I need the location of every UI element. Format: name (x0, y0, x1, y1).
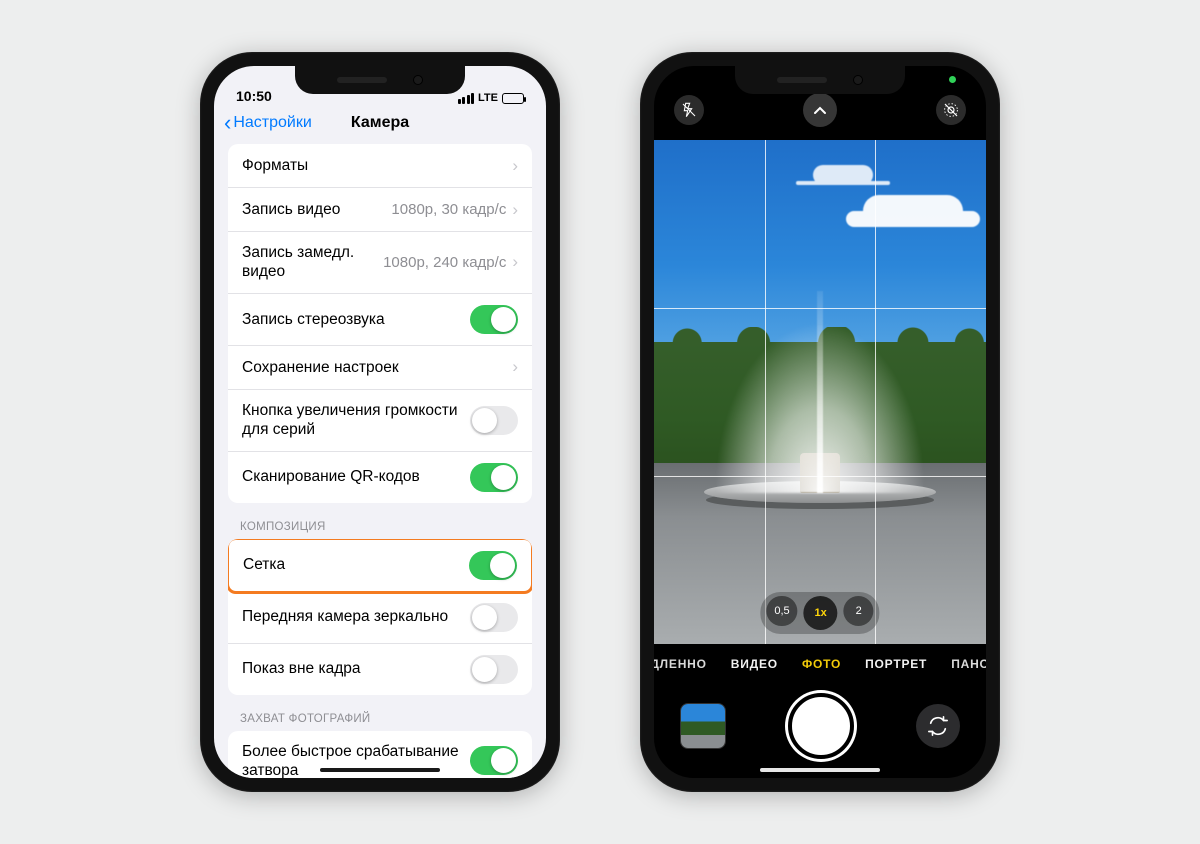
viewfinder-image (654, 140, 986, 644)
toggle-switch[interactable] (470, 463, 518, 492)
phone-camera: 0,51x2 ЕДЛЕННО ВИДЕО ФОТО ПОРТРЕТ ПАНОР (640, 52, 1000, 792)
settings-row[interactable]: Форматы› (228, 144, 532, 188)
battery-icon (502, 93, 524, 104)
page-title: Камера (351, 114, 409, 132)
toggle-switch[interactable] (470, 655, 518, 684)
camera-mode-strip[interactable]: ЕДЛЕННО ВИДЕО ФОТО ПОРТРЕТ ПАНОР (654, 646, 986, 682)
shutter-button[interactable] (788, 693, 854, 759)
camera-mode[interactable]: ПАНОР (951, 657, 986, 671)
camera-mode[interactable]: ФОТО (802, 657, 841, 671)
settings-row[interactable]: Запись стереозвука (228, 294, 532, 346)
toggle-switch[interactable] (469, 551, 517, 580)
settings-row-detail: 1080p, 30 кадр/с (391, 201, 506, 218)
notch (735, 66, 905, 94)
settings-row[interactable]: Показ вне кадра (228, 644, 532, 695)
settings-row[interactable]: Сканирование QR-кодов (228, 452, 532, 503)
switch-camera-icon (927, 715, 949, 737)
status-right: LTE (458, 92, 524, 104)
switch-camera-button[interactable] (916, 704, 960, 748)
chevron-right-icon: › (512, 357, 518, 377)
settings-row[interactable]: Запись замедл. видео1080p, 240 кадр/с › (228, 232, 532, 294)
settings-row-label: Запись стереозвука (242, 310, 470, 329)
toggle-switch[interactable] (470, 746, 518, 775)
zoom-option[interactable]: 1x (804, 596, 838, 630)
home-indicator[interactable] (320, 768, 440, 772)
chevron-right-icon: › (512, 156, 518, 176)
zoom-selector: 0,51x2 (760, 592, 879, 634)
grid-line (875, 140, 876, 644)
last-photo-thumbnail[interactable] (680, 703, 726, 749)
toggle-switch[interactable] (470, 603, 518, 632)
settings-group: Форматы›Запись видео1080p, 30 кадр/с›Зап… (228, 144, 532, 503)
zoom-option[interactable]: 2 (844, 596, 874, 626)
settings-row-label: Передняя камера зеркально (242, 607, 470, 626)
home-indicator[interactable] (760, 768, 880, 772)
camera-mode[interactable]: ЕДЛЕННО (654, 657, 707, 671)
settings-content[interactable]: Форматы›Запись видео1080p, 30 кадр/с›Зап… (214, 144, 546, 778)
back-button[interactable]: ‹ Настройки (224, 112, 312, 134)
grid-line (654, 308, 986, 309)
carrier-label: LTE (478, 92, 498, 104)
settings-row-label: Форматы (242, 156, 512, 175)
settings-row[interactable]: Сохранение настроек› (228, 346, 532, 390)
flash-off-icon (681, 102, 697, 118)
live-photo-off-icon (942, 101, 960, 119)
camera-mode[interactable]: ПОРТРЕТ (865, 657, 927, 671)
group-header: ЗАХВАТ ФОТОГРАФИЙ (228, 713, 532, 731)
signal-icon (458, 93, 475, 104)
settings-row-label: Сканирование QR-кодов (242, 467, 470, 486)
toggle-switch[interactable] (470, 406, 518, 435)
grid-line (654, 476, 986, 477)
settings-row-label: Показ вне кадра (242, 659, 470, 678)
chevron-right-icon: › (512, 200, 518, 220)
settings-row[interactable]: Кнопка увеличения громкости для серий (228, 390, 532, 452)
settings-row-label: Кнопка увеличения громкости для серий (242, 401, 470, 440)
toggle-switch[interactable] (470, 305, 518, 334)
camera-options-button[interactable] (803, 93, 837, 127)
camera-active-indicator-icon (949, 76, 956, 83)
settings-row-detail: 1080p, 240 кадр/с (383, 254, 506, 271)
settings-row[interactable]: Передняя камера зеркально (228, 592, 532, 644)
chevron-up-icon (813, 105, 827, 115)
back-label: Настройки (233, 114, 311, 132)
thumbnail-image (681, 704, 725, 748)
camera-mode[interactable]: ВИДЕО (731, 657, 778, 671)
grid-line (765, 140, 766, 644)
settings-row[interactable]: Запись видео1080p, 30 кадр/с › (228, 188, 532, 232)
flash-button[interactable] (674, 95, 704, 125)
notch (295, 66, 465, 94)
settings-row[interactable]: Сетка (228, 539, 532, 594)
settings-row-label: Сетка (243, 555, 469, 574)
live-photo-button[interactable] (936, 95, 966, 125)
chevron-right-icon: › (512, 252, 518, 272)
settings-row-label: Сохранение настроек (242, 358, 512, 377)
settings-row-label: Запись замедл. видео (242, 243, 383, 282)
camera-viewfinder[interactable]: 0,51x2 (654, 140, 986, 644)
settings-screen: 10:50 LTE ‹ Настройки Камера Форматы›Зап… (214, 66, 546, 778)
group-header: КОМПОЗИЦИЯ (228, 521, 532, 539)
camera-screen: 0,51x2 ЕДЛЕННО ВИДЕО ФОТО ПОРТРЕТ ПАНОР (654, 66, 986, 778)
nav-bar: ‹ Настройки Камера (214, 106, 546, 144)
status-time: 10:50 (236, 88, 272, 104)
settings-row-label: Более быстрое срабатывание затвора (242, 742, 470, 779)
camera-bottom-bar (654, 682, 986, 778)
chevron-left-icon: ‹ (224, 112, 231, 134)
zoom-option[interactable]: 0,5 (766, 596, 797, 626)
settings-group: Сетка Передняя камера зеркально Показ вне … (228, 539, 532, 695)
phone-settings: 10:50 LTE ‹ Настройки Камера Форматы›Зап… (200, 52, 560, 792)
settings-row-label: Запись видео (242, 200, 391, 219)
